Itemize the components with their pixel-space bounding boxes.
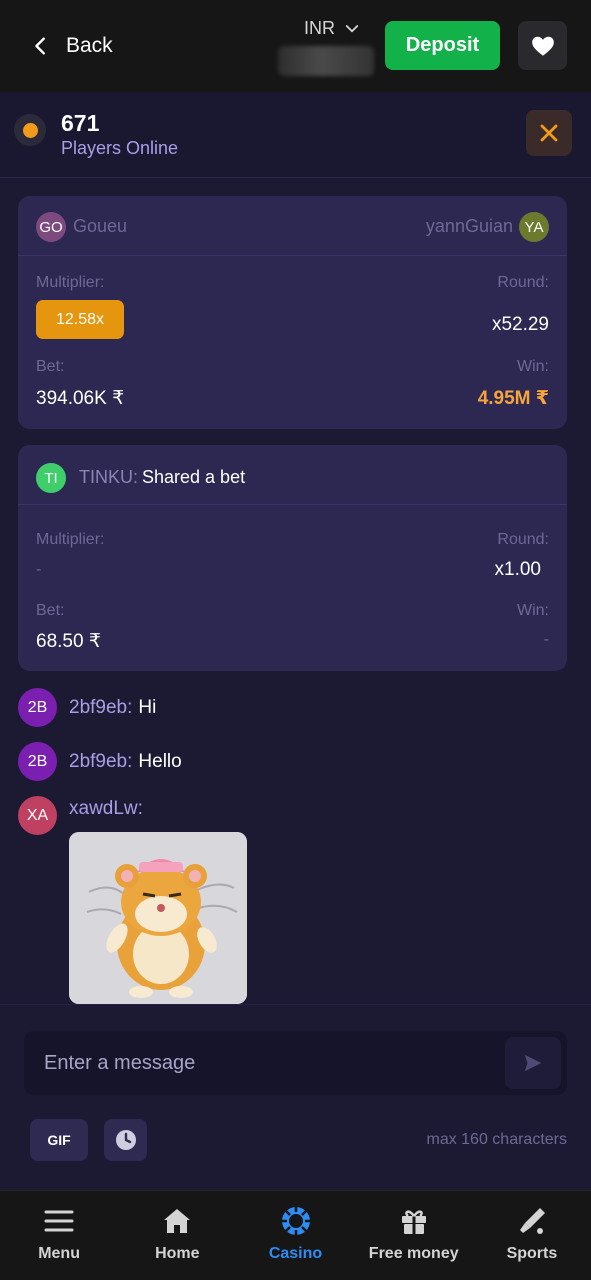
bet-label: Bet: — [36, 358, 65, 375]
avatar-initials: 2B — [27, 698, 48, 716]
close-icon — [540, 124, 558, 142]
shared-bet-text: Shared a bet — [142, 467, 246, 487]
multiplier-label: Multiplier: — [36, 274, 105, 291]
avatar-initials: TI — [44, 469, 58, 487]
online-label: Players Online — [61, 138, 179, 158]
chat-message: XA xawdLw: — [18, 796, 143, 835]
hamster-gif-illustration — [69, 832, 247, 1004]
casino-icon — [281, 1207, 310, 1235]
round-value: x1.00 — [494, 559, 541, 580]
nav-menu[interactable]: Menu — [0, 1191, 118, 1280]
favorite-button[interactable] — [518, 21, 567, 70]
message-text: Hello — [138, 750, 182, 772]
back-label: Back — [66, 34, 113, 57]
top-bar: Back INR Deposit — [0, 0, 591, 92]
multiplier-badge: 12.58x — [36, 300, 124, 339]
message-author: 2bf9eb: — [69, 750, 133, 772]
chat-message: 2B 2bf9eb: Hi — [18, 688, 156, 727]
online-header: 671 Players Online — [0, 92, 591, 178]
message-author: 2bf9eb: — [69, 696, 133, 718]
bet-card-header: TI TINKU: Shared a bet — [18, 445, 567, 505]
currency-label: INR — [304, 18, 335, 38]
round-label: Round: — [497, 531, 549, 548]
avatar: GO — [36, 212, 66, 242]
bet-label: Bet: — [36, 602, 65, 619]
bet-card-header: GO Goueu yannGuian YA — [18, 196, 567, 256]
avatar-initials: YA — [524, 218, 544, 236]
round-label: Round: — [497, 274, 549, 291]
nav-sports[interactable]: Sports — [473, 1191, 591, 1280]
gif-image[interactable] — [69, 832, 247, 1004]
balance-hidden — [278, 46, 374, 76]
bet-card[interactable]: GO Goueu yannGuian YA Multiplier: 12.58x… — [18, 196, 567, 429]
online-count: 671 — [61, 110, 100, 136]
avatar: 2B — [18, 688, 57, 727]
round-value: x52.29 — [491, 314, 549, 335]
gift-icon — [401, 1210, 426, 1234]
player-name: yannGuian — [425, 216, 513, 236]
player-name: TINKU: — [79, 467, 139, 487]
nav-label: Free money — [368, 1245, 459, 1262]
bet-value: 68.50 ₹ — [36, 631, 101, 652]
message-author: xawdLw: — [69, 798, 143, 819]
composer: GIF max 160 characters — [0, 1004, 591, 1190]
gif-button[interactable]: GIF — [30, 1119, 88, 1161]
bet-value: 394.06K ₹ — [36, 388, 125, 409]
send-icon — [524, 1054, 542, 1072]
nav-label: Sports — [506, 1245, 558, 1262]
online-indicator — [14, 114, 46, 146]
win-value: - — [543, 631, 549, 648]
nav-label: Casino — [268, 1245, 323, 1262]
heart-icon — [531, 36, 554, 56]
bottom-navigation: Menu Home Casino Free money Sports — [0, 1190, 591, 1280]
avatar: 2B — [18, 742, 57, 781]
avatar: XA — [18, 796, 57, 835]
avatar: TI — [36, 463, 66, 493]
win-label: Win: — [517, 602, 549, 619]
home-icon — [164, 1209, 191, 1233]
menu-icon — [44, 1210, 74, 1232]
chevron-down-icon — [345, 24, 359, 32]
clock-button[interactable] — [104, 1119, 147, 1161]
avatar-initials: XA — [26, 806, 49, 824]
player-name: Goueu — [73, 216, 128, 236]
nav-label: Home — [155, 1245, 200, 1262]
win-value: 4.95M ₹ — [477, 388, 549, 409]
message-input[interactable] — [24, 1031, 567, 1095]
multiplier-label: Multiplier: — [36, 531, 105, 548]
shared-bet-card[interactable]: TI TINKU: Shared a bet Multiplier: - Rou… — [18, 445, 567, 671]
currency-selector[interactable]: INR — [304, 18, 361, 39]
deposit-button[interactable]: Deposit — [385, 21, 500, 70]
win-label: Win: — [517, 358, 549, 375]
chat-messages[interactable]: GO Goueu yannGuian YA Multiplier: 12.58x… — [0, 178, 591, 1004]
sports-icon — [519, 1208, 545, 1234]
avatar: YA — [519, 212, 549, 242]
multiplier-value: 12.58x — [55, 310, 105, 328]
chevron-left-icon — [35, 37, 45, 55]
back-button[interactable]: Back — [30, 26, 113, 66]
send-button[interactable] — [505, 1037, 561, 1089]
nav-casino[interactable]: Casino — [236, 1191, 354, 1280]
nav-free-money[interactable]: Free money — [355, 1191, 473, 1280]
avatar-initials: 2B — [27, 752, 48, 770]
nav-label: Menu — [38, 1245, 80, 1262]
clock-icon — [115, 1130, 136, 1150]
max-characters-hint: max 160 characters — [426, 1131, 567, 1148]
multiplier-value: - — [36, 561, 42, 578]
nav-home[interactable]: Home — [118, 1191, 236, 1280]
online-dot-icon — [22, 122, 38, 138]
chat-message: 2B 2bf9eb: Hello — [18, 742, 182, 781]
close-chat-button[interactable] — [526, 110, 572, 156]
message-text: Hi — [138, 696, 157, 718]
avatar-initials: GO — [39, 218, 63, 236]
